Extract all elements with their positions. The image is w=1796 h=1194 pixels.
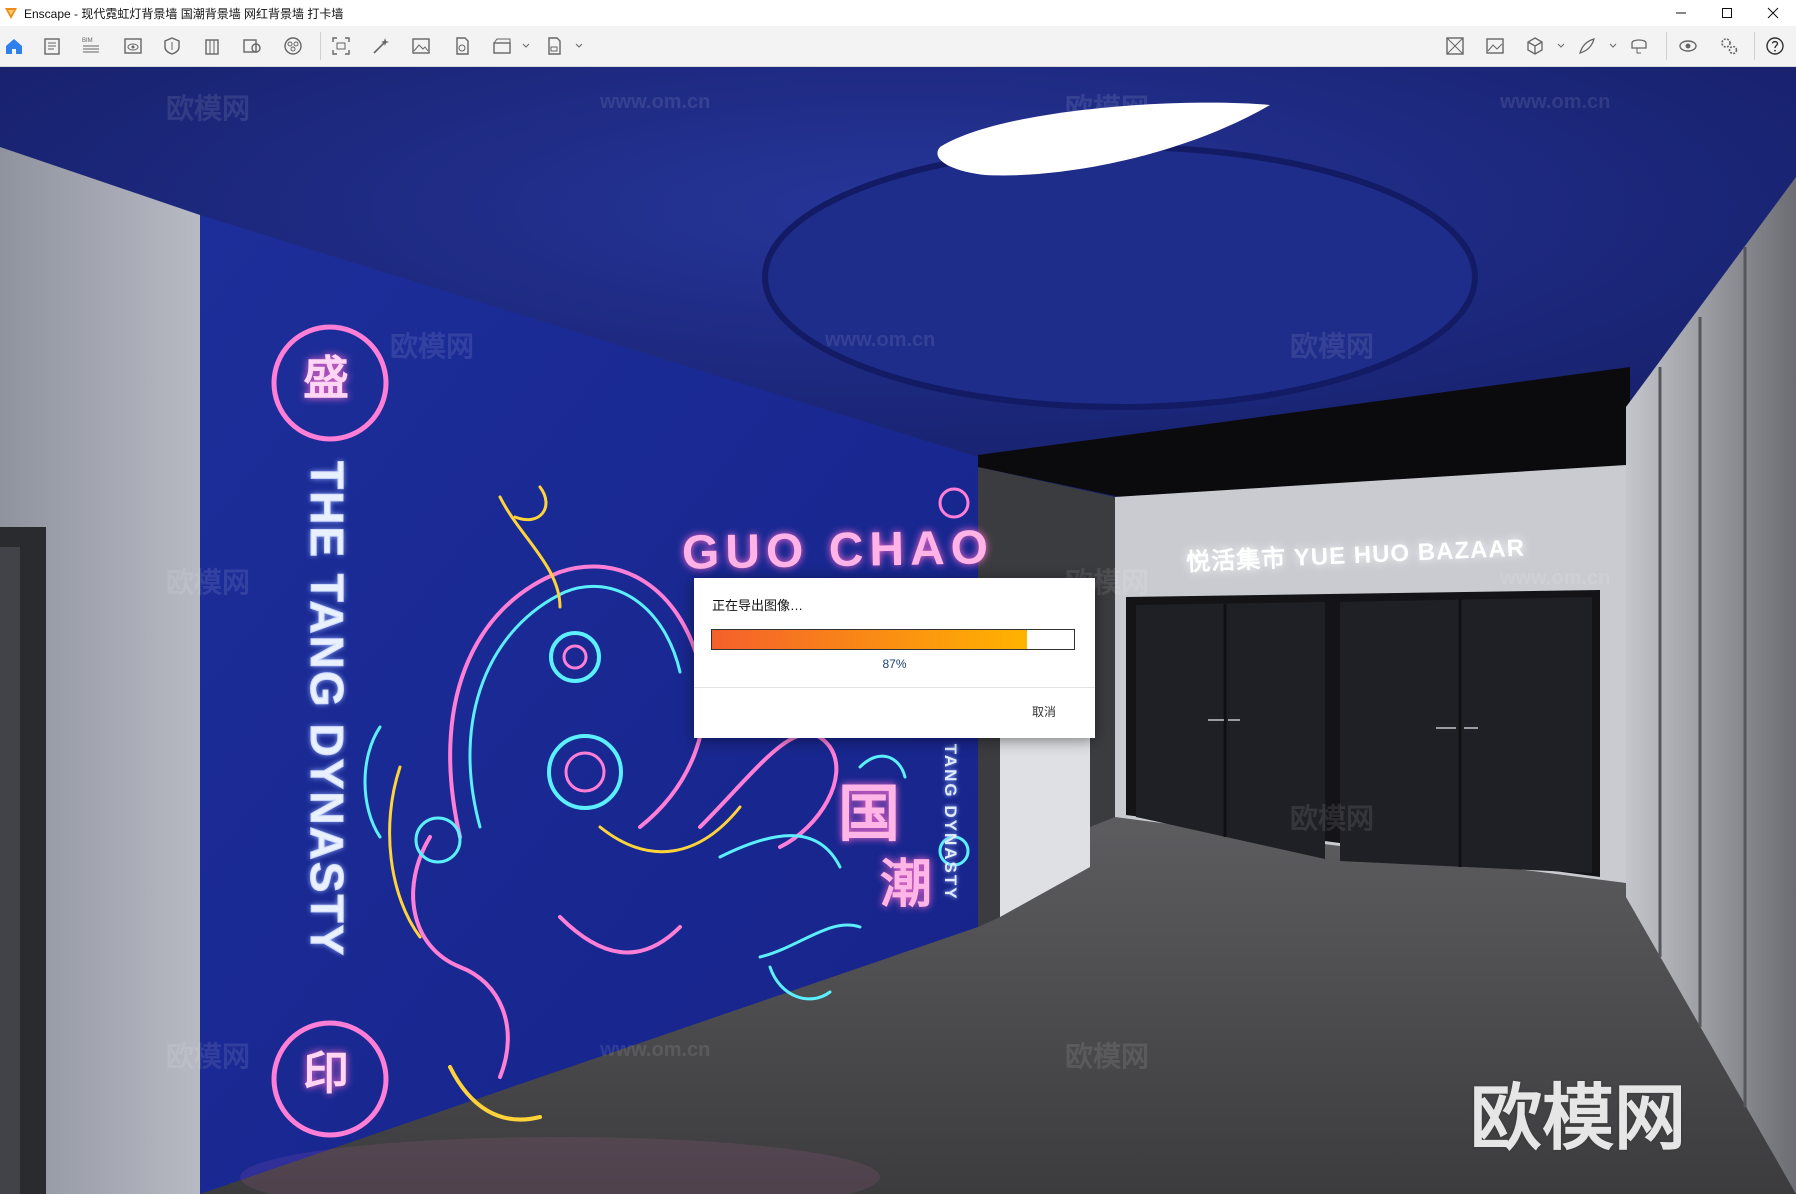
- left-door-panel: [0, 547, 20, 1194]
- render-icon: [373, 38, 389, 54]
- atmosphere-icon: [284, 37, 302, 55]
- bim-label: BIM: [82, 38, 93, 44]
- title-bar: Enscape - 现代霓虹灯背景墙 国潮背景墙 网红背景墙 打卡墙: [0, 0, 1796, 26]
- chevron-down-icon[interactable]: [1557, 42, 1565, 50]
- view-button[interactable]: [122, 35, 144, 57]
- video-editor-button[interactable]: [491, 35, 513, 57]
- progress-bar: [711, 629, 1075, 650]
- watermark: 欧模网: [166, 567, 251, 598]
- watermark: www.om.cn: [1500, 91, 1611, 113]
- dialog-divider: [694, 687, 1095, 688]
- capture-icon: [332, 37, 350, 55]
- chevron-down-icon[interactable]: [575, 42, 583, 50]
- progress-percentage: 87%: [882, 657, 907, 671]
- view-icon: [124, 38, 142, 54]
- dialog-title: 正在导出图像…: [712, 598, 804, 613]
- watermark: www.om.cn: [600, 1039, 711, 1061]
- guochao-neon-text: GUO CHAO: [681, 521, 995, 580]
- batch-export-icon: [548, 37, 561, 55]
- video-editor-icon: [493, 38, 511, 54]
- help-icon: [1766, 37, 1784, 55]
- paint-icon: [1579, 38, 1595, 54]
- general-settings-icon: [1721, 38, 1738, 55]
- minimize-button[interactable]: [1658, 0, 1704, 26]
- building-icon: [205, 39, 219, 55]
- bim-button[interactable]: BIM: [80, 35, 102, 57]
- batch-export-button[interactable]: [543, 35, 565, 57]
- close-icon: [1767, 7, 1779, 19]
- visual-settings-button[interactable]: [1677, 35, 1699, 57]
- watermark: 欧模网: [1290, 331, 1375, 362]
- paint-button[interactable]: [1576, 35, 1598, 57]
- chevron-down-icon[interactable]: [522, 42, 530, 50]
- orthographic-button[interactable]: [1444, 35, 1466, 57]
- chevron-down-icon[interactable]: [1609, 42, 1617, 50]
- guo-character: 国: [838, 780, 901, 849]
- window-controls: [1658, 0, 1796, 26]
- orthographic-icon: [1446, 37, 1464, 55]
- watermark: 欧模网: [1290, 803, 1375, 834]
- watermark: www.om.cn: [600, 91, 711, 113]
- panorama-icon: [456, 37, 469, 55]
- chao-character: 潮: [880, 856, 933, 914]
- seal-top-character: 盛: [303, 352, 349, 404]
- building-button[interactable]: [201, 35, 223, 57]
- watermark: 欧模网: [166, 93, 251, 124]
- safe-frame-icon: [164, 37, 180, 55]
- atmosphere-button[interactable]: [282, 35, 304, 57]
- cube-view-button[interactable]: [1524, 35, 1546, 57]
- asset-library-icon: [44, 38, 60, 55]
- watermark: 欧模网: [390, 331, 475, 362]
- watermark: www.om.cn: [1500, 567, 1611, 589]
- general-settings-button[interactable]: [1718, 35, 1740, 57]
- screenshot-icon: [1486, 38, 1504, 54]
- vr-headset-icon: [1631, 39, 1647, 54]
- visual-settings-icon: [1679, 40, 1697, 52]
- tang-dynasty-vertical-text: THE TANG DYNASTY: [301, 460, 354, 958]
- window-title: Enscape - 现代霓虹灯背景墙 国潮背景墙 网红背景墙 打卡墙: [24, 6, 344, 21]
- watermark: www.om.cn: [825, 329, 936, 351]
- ceiling-recess: [762, 144, 1478, 410]
- main-toolbar: BIM: [0, 26, 1796, 90]
- watermark: 欧模网: [1065, 93, 1150, 124]
- toolbar-separator: [1754, 32, 1755, 60]
- watermark: 欧模网: [166, 1041, 251, 1072]
- image-export-button[interactable]: [410, 35, 432, 57]
- home-button[interactable]: [3, 35, 25, 57]
- toolbar-separator: [1666, 32, 1667, 60]
- door-right: [1340, 597, 1592, 873]
- home-icon: [6, 39, 22, 54]
- cancel-button[interactable]: 取消: [1016, 701, 1072, 723]
- render-button[interactable]: [370, 35, 392, 57]
- vr-headset-button[interactable]: [1628, 35, 1650, 57]
- cube-view-icon: [1527, 37, 1543, 55]
- maximize-button[interactable]: [1704, 0, 1750, 26]
- screenshot-button[interactable]: [1484, 35, 1506, 57]
- panorama-button[interactable]: [451, 35, 473, 57]
- safe-frame-button[interactable]: [161, 35, 183, 57]
- close-button[interactable]: [1750, 0, 1796, 26]
- toolbar-separator: [320, 32, 321, 60]
- asset-library-button[interactable]: [41, 35, 63, 57]
- material-editor-icon: [243, 39, 261, 53]
- maximize-icon: [1722, 8, 1732, 18]
- enscape-logo-icon: [5, 8, 17, 19]
- image-export-icon: [412, 38, 430, 54]
- bim-icon: BIM: [82, 38, 99, 53]
- watermark: 欧模网: [1065, 1041, 1150, 1072]
- watermark-large: 欧模网: [1470, 1079, 1687, 1159]
- capture-button[interactable]: [330, 35, 352, 57]
- seal-bottom-character: 印: [303, 1047, 349, 1099]
- help-button[interactable]: [1764, 35, 1786, 57]
- export-progress-dialog: 正在导出图像… 87% 取消: [694, 578, 1095, 738]
- render-viewport[interactable]: 盛 印 THE TANG DYNASTY THE TANG DYNASTY GU…: [0, 67, 1796, 1194]
- progress-bar-fill: [712, 630, 1027, 649]
- material-editor-button[interactable]: [241, 35, 263, 57]
- minimize-icon: [1676, 12, 1686, 14]
